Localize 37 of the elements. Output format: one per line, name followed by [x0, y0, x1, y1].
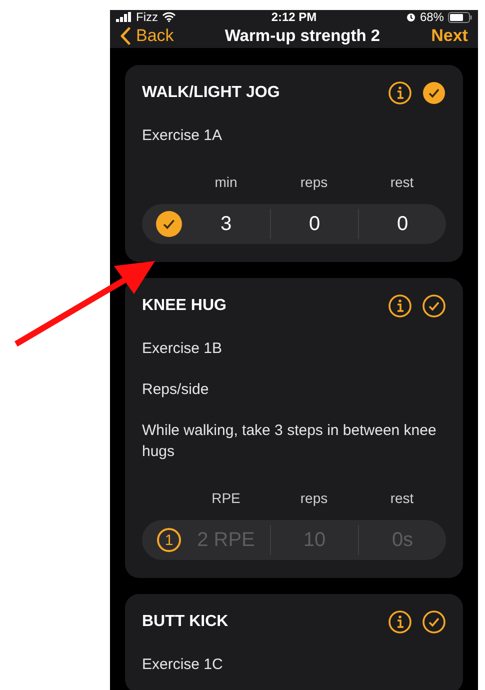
set-row[interactable]: 3 0 0	[142, 204, 446, 244]
set-value[interactable]: 0	[358, 209, 446, 239]
info-icon[interactable]	[388, 81, 412, 105]
battery-percent: 68%	[420, 10, 444, 24]
column-header: reps	[300, 490, 328, 506]
carrier-name: Fizz	[136, 10, 158, 24]
status-time: 2:12 PM	[271, 10, 317, 24]
signal-icon	[116, 12, 132, 22]
checkmark-circle-icon[interactable]	[422, 294, 446, 318]
info-icon[interactable]	[388, 610, 412, 634]
alarm-icon	[406, 12, 416, 22]
exercise-description: Exercise 1B	[142, 339, 224, 359]
back-button[interactable]: Back	[118, 24, 176, 48]
battery-icon	[448, 12, 472, 22]
chevron-left-icon	[120, 27, 131, 45]
set-value[interactable]: 0	[270, 209, 358, 239]
exercise-description: Exercise 1A	[142, 126, 224, 146]
set-number[interactable]: 1	[157, 528, 181, 552]
exercise-description: While walking, take 3 steps in between knee hugs	[142, 421, 438, 462]
exercise-title: WALK/LIGHT JOG	[142, 84, 280, 102]
info-icon[interactable]	[388, 294, 412, 318]
exercise-title: KNEE HUG	[142, 297, 226, 315]
exercise-title: BUTT KICK	[142, 613, 228, 631]
column-header: rest	[390, 490, 414, 506]
column-header: rest	[390, 174, 414, 190]
next-button[interactable]: Next	[429, 24, 470, 48]
set-value[interactable]: 3	[182, 209, 270, 239]
column-header: reps	[300, 174, 328, 190]
checkmark-circle-icon[interactable]	[422, 610, 446, 634]
exercise-description: Exercise 1C	[142, 655, 224, 675]
checkmark-circle-icon[interactable]	[422, 81, 446, 105]
exercise-description: Reps/side	[142, 380, 210, 400]
checkmark-circle-icon[interactable]	[156, 211, 182, 237]
column-header: RPE	[212, 490, 240, 506]
screen-title: Warm-up strength 2	[224, 26, 380, 46]
column-header: min	[214, 174, 238, 190]
wifi-icon	[162, 12, 176, 22]
